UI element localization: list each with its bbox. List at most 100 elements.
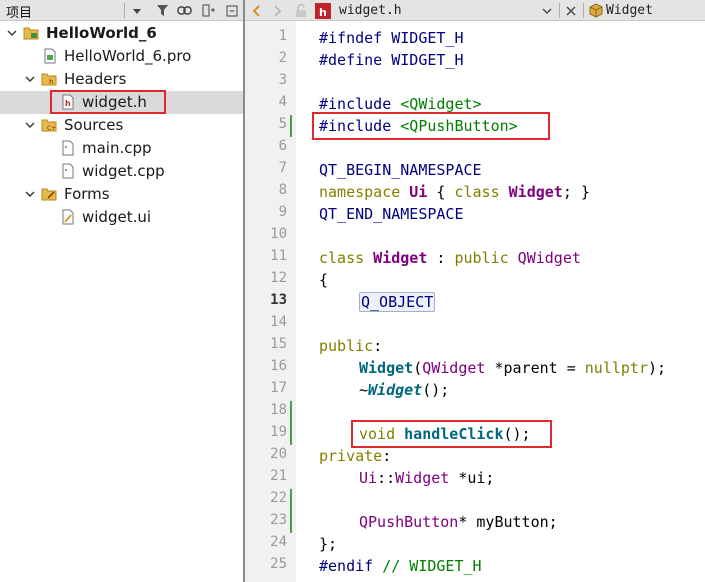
line-number: 5 <box>278 116 287 132</box>
code-line-16: Widget(QWidget *parent = nullptr); <box>359 359 667 377</box>
pro-file-icon <box>44 48 56 64</box>
file-tab-label[interactable]: widget.h <box>339 1 402 20</box>
tree-label: widget.cpp <box>82 162 165 180</box>
split-icon[interactable] <box>200 2 217 19</box>
line-number: 15 <box>270 336 287 352</box>
dropdown-icon[interactable] <box>128 2 145 19</box>
close-panel-icon[interactable] <box>223 2 240 19</box>
line-number: 8 <box>278 182 287 198</box>
forward-arrow-icon[interactable] <box>273 1 283 20</box>
code-line-2: #define WIDGET_H <box>319 51 464 69</box>
line-number: 21 <box>270 468 287 484</box>
line-number: 12 <box>270 270 287 286</box>
tree-label: Forms <box>64 185 110 203</box>
tree-label: Headers <box>64 70 127 88</box>
tree-label: HelloWorld_6.pro <box>64 47 192 65</box>
line-number: 22 <box>270 490 287 506</box>
tree-item-headers[interactable]: h Headers <box>0 68 243 91</box>
q-object-macro: Q_OBJECT <box>359 292 436 312</box>
tree-item-main-cpp[interactable]: main.cpp <box>0 137 243 160</box>
panel-title: 项目 <box>6 6 33 21</box>
code-line-23: QPushButton* myButton; <box>359 513 558 531</box>
chevron-down-icon[interactable] <box>6 27 18 39</box>
line-number: 11 <box>270 248 287 264</box>
line-number: 9 <box>278 204 287 220</box>
change-marker <box>290 115 292 137</box>
highlight-box <box>351 420 552 448</box>
line-number: 7 <box>278 160 287 176</box>
project-folder-icon <box>23 27 39 40</box>
project-panel-header: 项目 <box>0 0 243 21</box>
tree-label: main.cpp <box>82 139 152 157</box>
symbol-selector[interactable]: Widget <box>606 1 653 20</box>
form-file-icon <box>62 209 74 225</box>
line-number-gutter: 1 2 3 4 5 6 7 8 9 10 11 12 13 14 15 16 1… <box>245 21 296 582</box>
line-number-current: 13 <box>270 292 287 308</box>
code-line-20: private: <box>319 447 392 465</box>
svg-text:h: h <box>49 78 53 86</box>
tree-label: HelloWorld_6 <box>46 24 157 42</box>
tree-item-sources[interactable]: C+ Sources <box>0 114 243 137</box>
tree-item-widget-ui[interactable]: widget.ui <box>0 206 243 229</box>
editor-toolbar: h widget.h Widget <box>245 0 705 21</box>
source-file-icon <box>62 163 74 179</box>
lock-icon[interactable] <box>295 1 307 20</box>
headers-folder-icon: h <box>41 73 57 86</box>
forms-folder-icon <box>41 188 57 201</box>
highlight-box <box>312 112 550 140</box>
filter-icon[interactable] <box>154 2 171 19</box>
line-number: 25 <box>270 556 287 572</box>
toolbar-separator <box>583 3 584 18</box>
code-line-21: Ui::Widget *ui; <box>359 469 495 487</box>
change-marker <box>290 489 292 533</box>
chevron-down-icon[interactable] <box>24 119 36 131</box>
code-line-9: QT_END_NAMESPACE <box>319 205 464 223</box>
header-separator <box>124 3 125 18</box>
code-line-17: ~Widget(); <box>359 381 450 399</box>
project-panel: 项目 HelloWorld_6 HelloWorld_6.pro h Heade… <box>0 0 243 582</box>
close-icon[interactable] <box>565 1 577 20</box>
chevron-down-icon[interactable] <box>24 73 36 85</box>
code-line-25: #endif // WIDGET_H <box>319 557 482 575</box>
line-number: 1 <box>278 28 287 44</box>
code-line-12: { <box>319 271 329 289</box>
tree-item-pro-file[interactable]: HelloWorld_6.pro <box>0 45 243 68</box>
line-number: 17 <box>270 380 287 396</box>
toolbar-separator <box>559 3 560 18</box>
highlight-box <box>50 90 166 114</box>
line-number: 14 <box>270 314 287 330</box>
line-number: 19 <box>270 424 287 440</box>
line-number: 6 <box>278 138 287 154</box>
class-symbol-icon <box>589 1 604 20</box>
line-number: 10 <box>270 226 287 242</box>
line-number: 18 <box>270 402 287 418</box>
line-number: 24 <box>270 534 287 550</box>
chevron-down-icon[interactable] <box>24 188 36 200</box>
tree-item-project[interactable]: HelloWorld_6 <box>0 22 243 45</box>
line-number: 4 <box>278 94 287 110</box>
code-line-7: QT_BEGIN_NAMESPACE <box>319 161 482 179</box>
tree-label: widget.ui <box>82 208 152 226</box>
chevron-down-icon[interactable] <box>541 1 553 20</box>
code-line-11: class Widget : public QWidget <box>319 249 581 267</box>
svg-text:h: h <box>319 6 327 19</box>
svg-text:C+: C+ <box>47 125 56 132</box>
back-arrow-icon[interactable] <box>251 1 261 20</box>
file-type-icon: h <box>315 1 331 20</box>
line-number: 23 <box>270 512 287 528</box>
code-line-8: namespace Ui { class Widget; } <box>319 183 590 201</box>
line-number: 20 <box>270 446 287 462</box>
tree-label: Sources <box>64 116 124 134</box>
source-file-icon <box>62 140 74 156</box>
tree-item-widget-cpp[interactable]: widget.cpp <box>0 160 243 183</box>
change-marker <box>290 401 292 445</box>
link-icon[interactable] <box>176 2 193 19</box>
sources-folder-icon: C+ <box>41 119 57 132</box>
tree-item-forms[interactable]: Forms <box>0 183 243 206</box>
line-number: 2 <box>278 50 287 66</box>
code-line-1: #ifndef WIDGET_H <box>319 29 464 47</box>
code-line-24: }; <box>319 535 338 553</box>
code-line-15: public: <box>319 337 383 355</box>
line-number: 16 <box>270 358 287 374</box>
code-line-13: Q_OBJECT <box>359 291 436 313</box>
